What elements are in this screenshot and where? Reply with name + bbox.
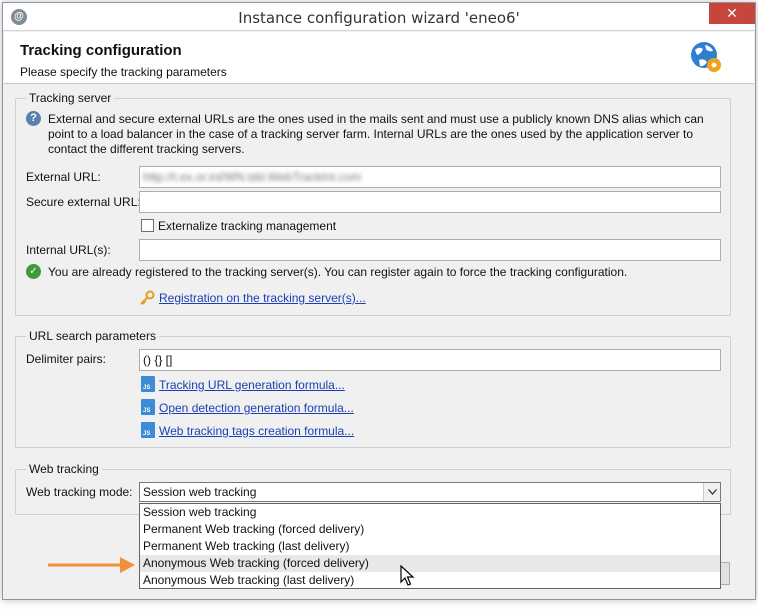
external-url-value: http://t.ex.or.ini/WN.tdd.WebTrackInt.co…: [143, 170, 362, 184]
secure-external-url-input[interactable]: [139, 191, 721, 213]
external-url-label: External URL:: [26, 170, 101, 184]
check-icon: ✓: [26, 264, 41, 279]
secure-external-url-label: Secure external URL:: [26, 195, 141, 209]
web-tracking-mode-label: Web tracking mode:: [26, 485, 133, 499]
url-search-legend: URL search parameters: [26, 329, 159, 343]
wizard-header: Tracking configuration Please specify th…: [4, 32, 754, 84]
tracking-url-formula-link[interactable]: Tracking URL generation formula...: [159, 378, 345, 392]
internal-urls-label: Internal URL(s):: [26, 243, 111, 257]
script-file-icon: [141, 422, 155, 438]
dropdown-option[interactable]: Anonymous Web tracking (last delivery): [140, 572, 720, 589]
web-tracking-tags-formula-link[interactable]: Web tracking tags creation formula...: [159, 424, 354, 438]
chevron-down-icon[interactable]: [703, 483, 720, 501]
tracking-server-legend: Tracking server: [26, 91, 115, 105]
dropdown-option[interactable]: Permanent Web tracking (forced delivery): [140, 521, 720, 538]
tracking-description-line-2: point to a load balancer in the case of …: [48, 127, 694, 141]
key-icon: [140, 290, 155, 305]
tracking-description-line-3: contact the different tracking servers.: [48, 142, 245, 156]
tracking-description-line-1: External and secure external URLs are th…: [48, 112, 704, 126]
externalize-label: Externalize tracking management: [158, 219, 337, 233]
web-tracking-legend: Web tracking: [26, 462, 102, 476]
orange-arrow-icon: [48, 557, 135, 573]
script-file-icon: [141, 376, 155, 392]
delimiter-pairs-input[interactable]: () {} []: [139, 349, 721, 371]
external-url-input[interactable]: http://t.ex.or.ini/WN.tdd.WebTrackInt.co…: [139, 166, 721, 188]
page-title: Tracking configuration: [20, 42, 182, 59]
web-tracking-mode-value: Session web tracking: [143, 485, 257, 499]
web-tracking-mode-dropdown: Session web tracking Permanent Web track…: [139, 503, 721, 589]
web-tracking-mode-select[interactable]: Session web tracking: [139, 482, 721, 502]
registered-message: You are already registered to the tracki…: [48, 265, 628, 279]
page-subtitle: Please specify the tracking parameters: [20, 65, 227, 79]
registration-link[interactable]: Registration on the tracking server(s)..…: [159, 291, 366, 305]
close-button[interactable]: ✕: [709, 3, 755, 24]
delimiter-pairs-label: Delimiter pairs:: [26, 352, 107, 366]
title-bar[interactable]: @ Instance configuration wizard 'eneo6' …: [3, 3, 755, 31]
script-file-icon: [141, 399, 155, 415]
globe-gear-icon: [691, 42, 721, 72]
dropdown-option-hovered[interactable]: Anonymous Web tracking (forced delivery): [140, 555, 720, 572]
internal-urls-input[interactable]: [139, 239, 721, 261]
externalize-checkbox[interactable]: [141, 219, 154, 232]
open-detection-formula-link[interactable]: Open detection generation formula...: [159, 401, 354, 415]
dropdown-option[interactable]: Permanent Web tracking (last delivery): [140, 538, 720, 555]
window-title: Instance configuration wizard 'eneo6': [238, 9, 520, 27]
mouse-cursor-icon: [400, 565, 415, 586]
dropdown-option[interactable]: Session web tracking: [140, 504, 720, 521]
info-icon: ?: [26, 111, 41, 126]
